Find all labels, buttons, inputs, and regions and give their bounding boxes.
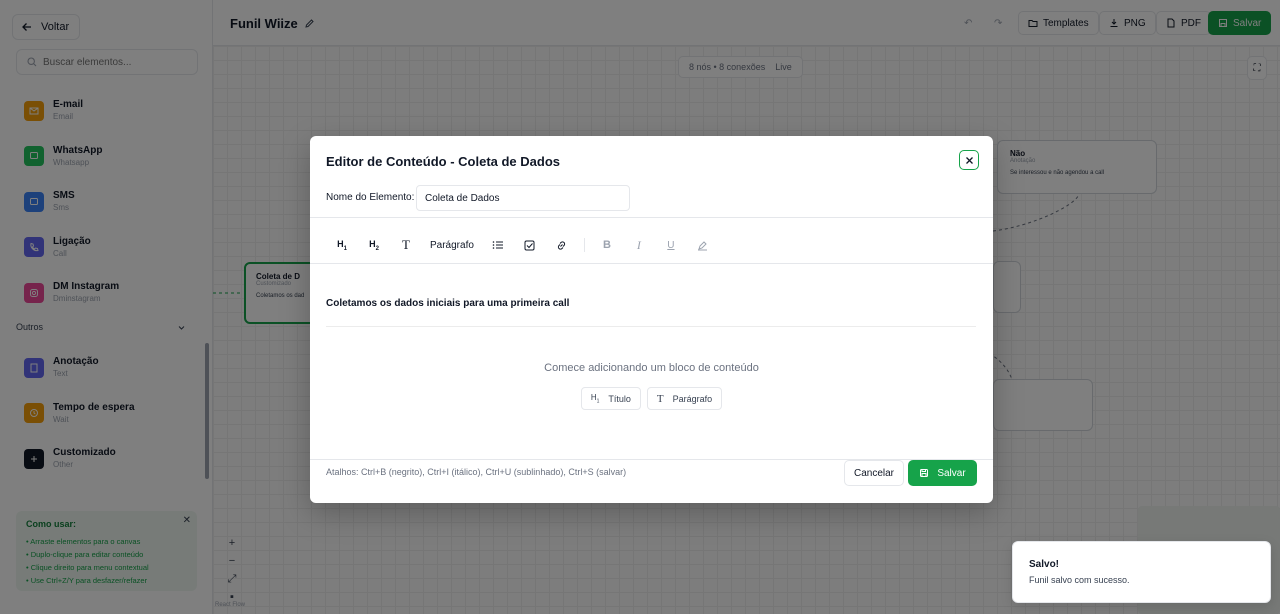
list-icon xyxy=(492,240,504,250)
list-button[interactable] xyxy=(482,234,514,256)
add-title-label: Título xyxy=(608,393,631,404)
editor-toolbar: H1 H2 T Parágrafo B I U xyxy=(326,234,719,256)
heading2-icon: H2 xyxy=(369,238,379,252)
checkbox-icon xyxy=(524,240,535,251)
modal-title: Editor de Conteúdo - Coleta de Dados xyxy=(326,154,561,169)
element-name-input[interactable] xyxy=(416,185,630,211)
highlight-button[interactable] xyxy=(687,234,719,256)
heading1-button[interactable]: H1 xyxy=(326,234,358,256)
highlighter-icon xyxy=(697,240,708,251)
underline-button[interactable]: U xyxy=(655,234,687,256)
paragraph-button[interactable]: Parágrafo xyxy=(422,234,482,256)
toast-notification: Salvo! Funil salvo com sucesso. xyxy=(1012,541,1271,603)
content-heading-block[interactable]: Coletamos os dados iniciais para uma pri… xyxy=(326,298,569,309)
shortcuts-hint: Atalhos: Ctrl+B (negrito), Ctrl+I (itáli… xyxy=(326,467,627,477)
add-title-button[interactable]: H1 Título xyxy=(580,387,641,410)
divider xyxy=(310,217,993,218)
paragraph-label: Parágrafo xyxy=(430,239,474,251)
text-icon: T xyxy=(656,392,664,405)
text-button[interactable]: T xyxy=(390,234,422,256)
save-button[interactable]: Salvar xyxy=(908,460,977,486)
link-button[interactable] xyxy=(546,234,578,256)
add-paragraph-label: Parágrafo xyxy=(672,393,713,404)
bold-icon: B xyxy=(602,239,611,251)
save-label: Salvar xyxy=(937,467,966,479)
checklist-button[interactable] xyxy=(514,234,546,256)
element-name-label: Nome do Elemento: xyxy=(326,192,415,203)
italic-icon: I xyxy=(636,237,641,252)
empty-state-text: Comece adicionando um bloco de conteúdo xyxy=(544,362,759,374)
toast-description: Funil salvo com sucesso. xyxy=(1029,575,1130,585)
content-editor-modal: Editor de Conteúdo - Coleta de Dados Nom… xyxy=(310,136,993,503)
cancel-button[interactable]: Cancelar xyxy=(844,460,904,486)
heading2-button[interactable]: H2 xyxy=(358,234,390,256)
bold-button[interactable]: B xyxy=(591,234,623,256)
text-icon: T xyxy=(402,237,410,252)
add-paragraph-button[interactable]: T Parágrafo xyxy=(646,387,723,410)
divider xyxy=(326,326,976,327)
toolbar-separator xyxy=(583,238,585,252)
divider xyxy=(310,263,993,264)
heading1-icon: H1 xyxy=(337,238,347,252)
add-block-buttons: H1 Título T Parágrafo xyxy=(310,387,993,410)
close-icon xyxy=(965,156,974,165)
underline-icon: U xyxy=(667,239,675,251)
toast-title: Salvo! xyxy=(1029,559,1060,570)
heading1-icon: H1 xyxy=(590,392,600,405)
link-icon xyxy=(556,240,567,251)
italic-button[interactable]: I xyxy=(623,234,655,256)
close-button[interactable] xyxy=(959,150,979,170)
save-icon xyxy=(919,468,929,478)
